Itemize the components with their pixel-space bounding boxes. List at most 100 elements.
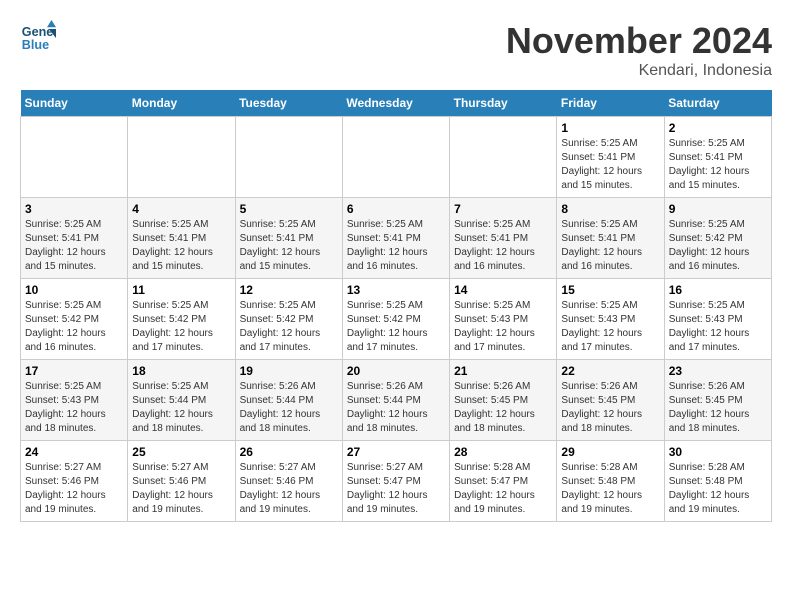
calendar-week-1: 3 Sunrise: 5:25 AM Sunset: 5:41 PM Daylig… — [21, 198, 772, 279]
calendar-cell: 18 Sunrise: 5:25 AM Sunset: 5:44 PM Dayli… — [128, 360, 235, 441]
calendar-cell: 13Sunrise: 5:25 AM Sunset: 5:42 PM Dayli… — [342, 279, 449, 360]
weekday-header-saturday: Saturday — [664, 90, 771, 117]
day-number: 7 — [454, 202, 552, 216]
calendar-cell: 30 Sunrise: 5:28 AM Sunset: 5:48 PM Dayli… — [664, 441, 771, 522]
day-number: 5 — [240, 202, 338, 216]
calendar-cell — [342, 117, 449, 198]
day-number: 22 — [561, 364, 659, 378]
weekday-header-wednesday: Wednesday — [342, 90, 449, 117]
day-info: Sunrise: 5:26 AM Sunset: 5:45 PM Dayligh… — [669, 380, 767, 436]
day-number: 16 — [669, 283, 767, 297]
day-info: Sunrise: 5:25 AM Sunset: 5:43 PM Dayligh… — [561, 299, 659, 355]
day-number: 24 — [25, 445, 123, 459]
calendar-week-0: 1 Sunrise: 5:25 AM Sunset: 5:41 PM Daylig… — [21, 117, 772, 198]
calendar-cell: 23Sunrise: 5:26 AM Sunset: 5:45 PM Dayli… — [664, 360, 771, 441]
calendar-cell: 5 Sunrise: 5:25 AM Sunset: 5:41 PM Daylig… — [235, 198, 342, 279]
calendar-body: 1 Sunrise: 5:25 AM Sunset: 5:41 PM Daylig… — [21, 117, 772, 522]
calendar-cell: 10Sunrise: 5:25 AM Sunset: 5:42 PM Dayli… — [21, 279, 128, 360]
calendar-week-4: 24 Sunrise: 5:27 AM Sunset: 5:46 PM Dayli… — [21, 441, 772, 522]
day-number: 6 — [347, 202, 445, 216]
calendar-cell — [235, 117, 342, 198]
calendar-cell: 15 Sunrise: 5:25 AM Sunset: 5:43 PM Dayli… — [557, 279, 664, 360]
calendar-cell: 26 Sunrise: 5:27 AM Sunset: 5:46 PM Dayli… — [235, 441, 342, 522]
day-number: 2 — [669, 121, 767, 135]
day-info: Sunrise: 5:25 AM Sunset: 5:43 PM Dayligh… — [454, 299, 552, 355]
calendar-cell — [21, 117, 128, 198]
svg-text:Blue: Blue — [22, 38, 49, 52]
day-info: Sunrise: 5:25 AM Sunset: 5:41 PM Dayligh… — [347, 218, 445, 274]
day-info: Sunrise: 5:25 AM Sunset: 5:41 PM Dayligh… — [132, 218, 230, 274]
day-info: Sunrise: 5:25 AM Sunset: 5:41 PM Dayligh… — [240, 218, 338, 274]
logo: General Blue — [20, 20, 56, 56]
day-number: 18 — [132, 364, 230, 378]
day-info: Sunrise: 5:25 AM Sunset: 5:43 PM Dayligh… — [669, 299, 767, 355]
day-number: 8 — [561, 202, 659, 216]
calendar-cell: 1 Sunrise: 5:25 AM Sunset: 5:41 PM Daylig… — [557, 117, 664, 198]
calendar-cell: 2 Sunrise: 5:25 AM Sunset: 5:41 PM Daylig… — [664, 117, 771, 198]
day-number: 14 — [454, 283, 552, 297]
day-info: Sunrise: 5:25 AM Sunset: 5:41 PM Dayligh… — [561, 218, 659, 274]
weekday-header-sunday: Sunday — [21, 90, 128, 117]
calendar-cell: 3 Sunrise: 5:25 AM Sunset: 5:41 PM Daylig… — [21, 198, 128, 279]
logo-icon: General Blue — [20, 20, 56, 56]
month-title: November 2024 — [506, 20, 772, 62]
calendar-cell: 19 Sunrise: 5:26 AM Sunset: 5:44 PM Dayli… — [235, 360, 342, 441]
day-info: Sunrise: 5:25 AM Sunset: 5:42 PM Dayligh… — [347, 299, 445, 355]
day-number: 19 — [240, 364, 338, 378]
day-info: Sunrise: 5:27 AM Sunset: 5:46 PM Dayligh… — [25, 461, 123, 517]
day-number: 25 — [132, 445, 230, 459]
calendar-week-2: 10Sunrise: 5:25 AM Sunset: 5:42 PM Dayli… — [21, 279, 772, 360]
day-number: 1 — [561, 121, 659, 135]
calendar-cell: 24 Sunrise: 5:27 AM Sunset: 5:46 PM Dayli… — [21, 441, 128, 522]
day-number: 28 — [454, 445, 552, 459]
day-info: Sunrise: 5:26 AM Sunset: 5:44 PM Dayligh… — [240, 380, 338, 436]
page-header: General Blue November 2024 Kendari, Indo… — [20, 20, 772, 80]
day-info: Sunrise: 5:25 AM Sunset: 5:44 PM Dayligh… — [132, 380, 230, 436]
calendar-cell: 29 Sunrise: 5:28 AM Sunset: 5:48 PM Dayli… — [557, 441, 664, 522]
calendar-table: SundayMondayTuesdayWednesdayThursdayFrid… — [20, 90, 772, 522]
calendar-cell: 8 Sunrise: 5:25 AM Sunset: 5:41 PM Daylig… — [557, 198, 664, 279]
day-info: Sunrise: 5:25 AM Sunset: 5:41 PM Dayligh… — [561, 137, 659, 193]
day-number: 15 — [561, 283, 659, 297]
day-number: 27 — [347, 445, 445, 459]
day-info: Sunrise: 5:28 AM Sunset: 5:47 PM Dayligh… — [454, 461, 552, 517]
calendar-header: SundayMondayTuesdayWednesdayThursdayFrid… — [21, 90, 772, 117]
calendar-cell: 28 Sunrise: 5:28 AM Sunset: 5:47 PM Dayli… — [450, 441, 557, 522]
calendar-cell: 25 Sunrise: 5:27 AM Sunset: 5:46 PM Dayli… — [128, 441, 235, 522]
calendar-cell: 17Sunrise: 5:25 AM Sunset: 5:43 PM Dayli… — [21, 360, 128, 441]
day-number: 9 — [669, 202, 767, 216]
calendar-cell: 4Sunrise: 5:25 AM Sunset: 5:41 PM Daylig… — [128, 198, 235, 279]
weekday-header-tuesday: Tuesday — [235, 90, 342, 117]
day-number: 30 — [669, 445, 767, 459]
day-info: Sunrise: 5:26 AM Sunset: 5:45 PM Dayligh… — [454, 380, 552, 436]
day-info: Sunrise: 5:26 AM Sunset: 5:45 PM Dayligh… — [561, 380, 659, 436]
day-info: Sunrise: 5:25 AM Sunset: 5:41 PM Dayligh… — [25, 218, 123, 274]
calendar-week-3: 17Sunrise: 5:25 AM Sunset: 5:43 PM Dayli… — [21, 360, 772, 441]
calendar-cell: 6 Sunrise: 5:25 AM Sunset: 5:41 PM Daylig… — [342, 198, 449, 279]
calendar-cell: 21 Sunrise: 5:26 AM Sunset: 5:45 PM Dayli… — [450, 360, 557, 441]
calendar-cell: 11Sunrise: 5:25 AM Sunset: 5:42 PM Dayli… — [128, 279, 235, 360]
day-info: Sunrise: 5:25 AM Sunset: 5:41 PM Dayligh… — [669, 137, 767, 193]
day-number: 29 — [561, 445, 659, 459]
calendar-cell: 12Sunrise: 5:25 AM Sunset: 5:42 PM Dayli… — [235, 279, 342, 360]
day-info: Sunrise: 5:27 AM Sunset: 5:46 PM Dayligh… — [132, 461, 230, 517]
calendar-cell: 22 Sunrise: 5:26 AM Sunset: 5:45 PM Dayli… — [557, 360, 664, 441]
weekday-header-thursday: Thursday — [450, 90, 557, 117]
day-info: Sunrise: 5:28 AM Sunset: 5:48 PM Dayligh… — [561, 461, 659, 517]
weekday-header-monday: Monday — [128, 90, 235, 117]
calendar-cell: 27 Sunrise: 5:27 AM Sunset: 5:47 PM Dayli… — [342, 441, 449, 522]
day-info: Sunrise: 5:27 AM Sunset: 5:47 PM Dayligh… — [347, 461, 445, 517]
day-number: 17 — [25, 364, 123, 378]
location: Kendari, Indonesia — [506, 62, 772, 80]
day-number: 20 — [347, 364, 445, 378]
day-info: Sunrise: 5:28 AM Sunset: 5:48 PM Dayligh… — [669, 461, 767, 517]
day-number: 3 — [25, 202, 123, 216]
day-number: 21 — [454, 364, 552, 378]
weekday-header-friday: Friday — [557, 90, 664, 117]
day-info: Sunrise: 5:27 AM Sunset: 5:46 PM Dayligh… — [240, 461, 338, 517]
day-info: Sunrise: 5:25 AM Sunset: 5:42 PM Dayligh… — [132, 299, 230, 355]
weekday-row: SundayMondayTuesdayWednesdayThursdayFrid… — [21, 90, 772, 117]
calendar-cell — [128, 117, 235, 198]
day-number: 26 — [240, 445, 338, 459]
calendar-cell: 14 Sunrise: 5:25 AM Sunset: 5:43 PM Dayli… — [450, 279, 557, 360]
